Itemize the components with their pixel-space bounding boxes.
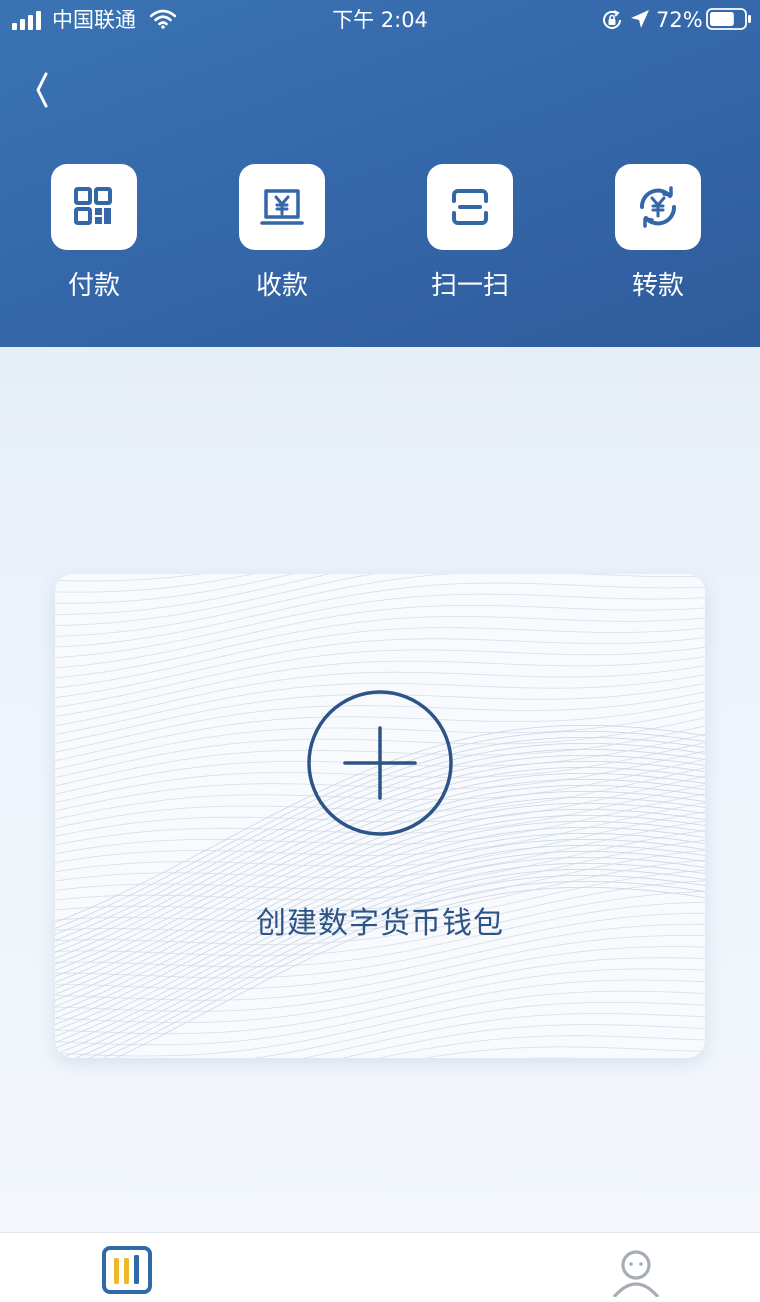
create-wallet-card[interactable]: 创建数字货币钱包 bbox=[55, 574, 705, 1058]
wifi-icon bbox=[150, 9, 176, 29]
battery-percent: 72% bbox=[656, 8, 703, 32]
pay-tile[interactable] bbox=[51, 164, 137, 250]
receive-label: 收款 bbox=[255, 271, 308, 301]
guilloche-line bbox=[55, 582, 705, 648]
profile-tab-icon bbox=[612, 1250, 660, 1297]
guilloche-line bbox=[302, 1013, 705, 1058]
guilloche-line bbox=[55, 990, 705, 1057]
pay-label: 付款 bbox=[67, 271, 120, 301]
guilloche-wave bbox=[60, 863, 705, 1058]
scan-action[interactable]: 扫一扫 bbox=[400, 164, 540, 314]
chevron-left-icon bbox=[36, 72, 48, 108]
wallet-tab-icon bbox=[102, 1246, 152, 1294]
rotation-lock-icon bbox=[603, 10, 621, 29]
pay-action[interactable]: 付款 bbox=[24, 164, 164, 314]
tab-profile[interactable] bbox=[576, 1233, 696, 1302]
guilloche-line bbox=[55, 616, 705, 679]
guilloche-line bbox=[55, 979, 705, 1046]
receive-action[interactable]: 收款 bbox=[212, 164, 352, 314]
signal-icon bbox=[12, 11, 41, 30]
back-button[interactable] bbox=[24, 66, 68, 114]
scan-icon bbox=[452, 189, 488, 225]
receive-yuan-icon bbox=[260, 189, 304, 225]
receive-tile[interactable] bbox=[239, 164, 325, 250]
quick-actions: 付款 收款 扫一扫 转款 bbox=[0, 164, 760, 314]
clock: 下午 2:04 bbox=[332, 8, 428, 32]
scan-label: 扫一扫 bbox=[430, 271, 509, 301]
transfer-label: 转款 bbox=[631, 271, 684, 301]
qr-code-icon bbox=[74, 187, 112, 225]
tab-bar bbox=[0, 1232, 760, 1302]
scan-tile[interactable] bbox=[427, 164, 513, 250]
transfer-action[interactable]: 转款 bbox=[588, 164, 728, 314]
guilloche-line bbox=[55, 957, 705, 1023]
transfer-yuan-icon bbox=[639, 186, 677, 228]
location-arrow-icon bbox=[631, 10, 649, 28]
guilloche-line bbox=[55, 574, 705, 637]
guilloche-line bbox=[378, 1035, 705, 1058]
guilloche-wave bbox=[88, 875, 705, 1058]
guilloche-line bbox=[55, 968, 705, 1035]
guilloche-line bbox=[423, 1046, 705, 1058]
guilloche-line bbox=[55, 574, 255, 593]
carrier-name: 中国联通 bbox=[52, 8, 136, 32]
tab-wallet[interactable] bbox=[68, 1233, 188, 1302]
guilloche-line bbox=[55, 593, 705, 658]
guilloche-line bbox=[55, 574, 331, 615]
create-wallet-label[interactable]: 创建数字货币钱包 bbox=[55, 904, 705, 944]
wallet-area: 创建数字货币钱包 bbox=[0, 347, 760, 1232]
transfer-tile[interactable] bbox=[615, 164, 701, 250]
status-bar: 中国联通 下午 2:04 72% bbox=[0, 0, 760, 40]
header: 中国联通 下午 2:04 72% 付款 收款 扫一扫 转款 bbox=[0, 0, 760, 347]
plus-circle-icon[interactable] bbox=[307, 690, 453, 836]
battery-icon bbox=[706, 8, 751, 30]
